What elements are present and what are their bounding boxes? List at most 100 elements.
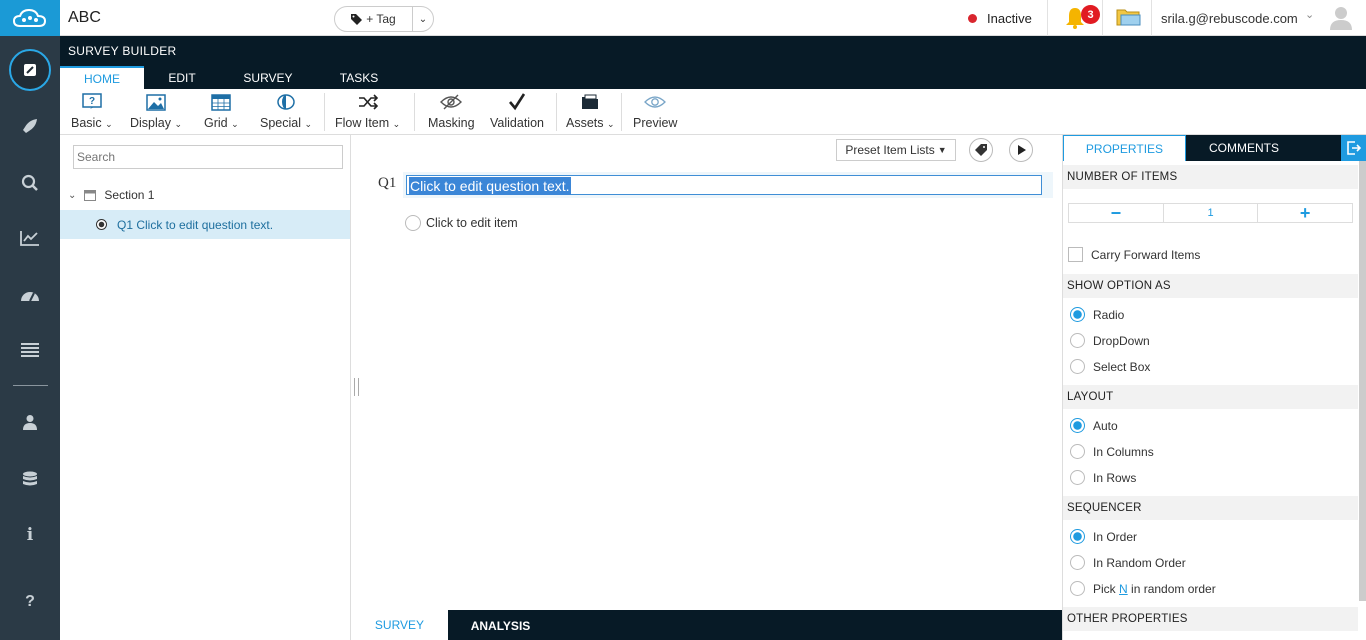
- add-tag-button[interactable]: + Tag: [335, 7, 413, 31]
- eye-icon: [644, 96, 667, 108]
- basic-button[interactable]: ? Basic ⌄: [71, 91, 113, 130]
- app-title: ABC: [68, 9, 101, 26]
- edit-icon: [24, 64, 36, 76]
- avatar[interactable]: [1330, 6, 1352, 30]
- info-icon: i: [26, 525, 34, 545]
- cloud-logo-icon: [12, 8, 47, 27]
- user-email[interactable]: srila.g@rebuscode.com: [1161, 11, 1298, 26]
- masking-button[interactable]: Masking: [428, 91, 475, 130]
- tab-edit[interactable]: EDIT: [152, 66, 212, 89]
- tab-properties[interactable]: PROPERTIES: [1063, 135, 1186, 161]
- minus-icon: −: [1110, 202, 1122, 223]
- rail-search[interactable]: [0, 163, 60, 203]
- plus-icon: +: [1299, 202, 1311, 223]
- tree-question-item[interactable]: Q1 Click to edit question text.: [60, 210, 350, 239]
- radio-question-icon: [96, 219, 107, 230]
- rail-database[interactable]: [0, 460, 60, 500]
- preset-item-lists-dropdown[interactable]: Preset Item Lists ▼: [836, 139, 956, 161]
- assets-button[interactable]: Assets ⌄: [566, 91, 615, 130]
- search-input[interactable]: [73, 145, 343, 169]
- rail-dashboard[interactable]: [0, 275, 60, 315]
- carry-forward-checkbox[interactable]: Carry Forward Items: [1068, 247, 1200, 262]
- rail-help[interactable]: ?: [0, 582, 60, 622]
- tag-dropdown[interactable]: + Tag ⌄: [334, 6, 434, 32]
- option-radio[interactable]: Radio: [1070, 307, 1124, 322]
- rail-users[interactable]: [0, 402, 60, 442]
- tag-icon: [975, 144, 987, 156]
- radio-icon: [405, 215, 421, 231]
- tab-comments[interactable]: COMMENTS: [1186, 135, 1302, 161]
- divider: [1047, 0, 1048, 36]
- rail-info[interactable]: i: [0, 515, 60, 555]
- sequencer-random-order[interactable]: In Random Order: [1070, 555, 1186, 570]
- user-icon: [23, 415, 37, 430]
- rail-list[interactable]: [0, 330, 60, 370]
- chevron-down-icon[interactable]: ⌄: [68, 190, 76, 201]
- question-row: Click to edit question text.: [403, 172, 1053, 198]
- rail-survey-builder[interactable]: [0, 49, 60, 91]
- grid-button[interactable]: Grid ⌄: [204, 91, 239, 130]
- image-icon: [146, 93, 166, 111]
- rail-analytics[interactable]: [0, 218, 60, 258]
- tree-section[interactable]: ⌄ Section 1: [68, 188, 154, 202]
- status-dot-icon: [968, 14, 977, 23]
- option-label: Pick N in random order: [1093, 582, 1216, 596]
- preview-button[interactable]: Preview: [633, 91, 677, 130]
- tab-survey[interactable]: SURVEY: [232, 66, 304, 89]
- eye-off-icon: [440, 94, 463, 110]
- radio-selected-icon: [1070, 418, 1085, 433]
- rail-launch[interactable]: [0, 106, 60, 146]
- tag-question-button[interactable]: [969, 138, 993, 162]
- rail-divider: [13, 385, 48, 386]
- tab-survey-view[interactable]: SURVEY: [351, 610, 448, 640]
- question-box-icon: ?: [82, 93, 102, 109]
- database-icon: [23, 471, 37, 486]
- dashboard-icon: [21, 292, 39, 302]
- bottom-tab-bar: SURVEY ANALYSIS: [351, 610, 1062, 640]
- tab-analysis[interactable]: ANALYSIS: [463, 612, 538, 640]
- toolbar-divider: [324, 93, 325, 131]
- sequencer-heading: SEQUENCER: [1063, 496, 1358, 520]
- layout-auto[interactable]: Auto: [1070, 418, 1118, 433]
- nav-rail: i ?: [0, 0, 60, 640]
- option-select-box[interactable]: Select Box: [1070, 359, 1150, 374]
- pick-n-link[interactable]: N: [1119, 582, 1128, 596]
- module-title: SURVEY BUILDER: [68, 44, 177, 58]
- layout-in-rows[interactable]: In Rows: [1070, 470, 1136, 485]
- validation-button[interactable]: Validation: [490, 91, 544, 130]
- display-button[interactable]: Display ⌄: [130, 91, 182, 130]
- play-button[interactable]: [1009, 138, 1033, 162]
- pick-suffix: in random order: [1127, 581, 1216, 596]
- chevron-down-icon: ⌄: [105, 119, 113, 129]
- tab-tasks[interactable]: TASKS: [328, 66, 390, 89]
- option-label: In Order: [1093, 529, 1138, 544]
- carry-forward-label: Carry Forward Items: [1091, 247, 1201, 262]
- collapse-panel-button[interactable]: [1341, 135, 1366, 161]
- answer-item[interactable]: Click to edit item: [405, 215, 518, 231]
- increment-button[interactable]: +: [1258, 202, 1352, 223]
- option-dropdown[interactable]: DropDown: [1070, 333, 1150, 348]
- properties-scrollbar[interactable]: [1359, 161, 1366, 601]
- user-menu-chevron-icon[interactable]: ⌄: [1305, 8, 1314, 21]
- app-logo[interactable]: [0, 0, 60, 36]
- chevron-down-icon[interactable]: ⌄: [413, 14, 433, 25]
- ribbon: SURVEY BUILDER HOME EDIT SURVEY TASKS: [60, 36, 1366, 89]
- section-label: Section 1: [104, 188, 155, 202]
- folder-icon[interactable]: [1116, 6, 1142, 28]
- items-count-field[interactable]: 1: [1164, 204, 1259, 222]
- chevron-down-icon: ⌄: [607, 119, 615, 129]
- panel-splitter[interactable]: [354, 378, 359, 396]
- decrement-button[interactable]: −: [1069, 202, 1164, 223]
- properties-tabs: PROPERTIES COMMENTS: [1063, 135, 1366, 161]
- chevron-down-icon: ⌄: [231, 119, 239, 129]
- option-label: In Columns: [1093, 444, 1154, 459]
- sequencer-pick-n[interactable]: Pick N in random order: [1070, 581, 1216, 596]
- tag-icon: [351, 13, 363, 25]
- sequencer-in-order[interactable]: In Order: [1070, 529, 1137, 544]
- tab-home[interactable]: HOME: [60, 66, 144, 89]
- layout-in-columns[interactable]: In Columns: [1070, 444, 1154, 459]
- special-button[interactable]: Special ⌄: [260, 91, 312, 130]
- flow-item-button[interactable]: Flow Item ⌄: [335, 91, 400, 130]
- masking-label: Masking: [428, 116, 475, 130]
- question-text-field[interactable]: Click to edit question text.: [406, 175, 1042, 195]
